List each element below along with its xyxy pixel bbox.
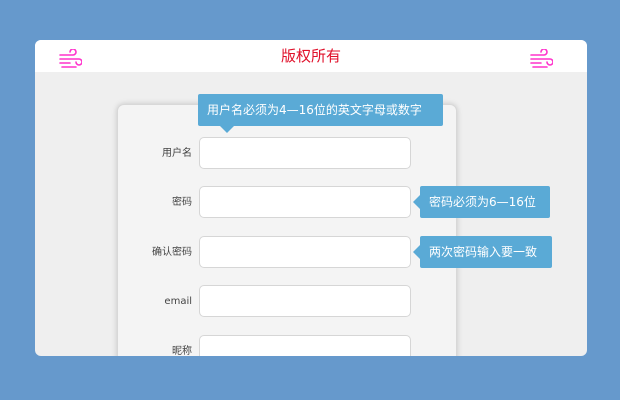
password-input[interactable] — [199, 186, 411, 218]
register-form: 用户名 密码 确认密码 email 昵称 — [117, 104, 457, 356]
wind-icon — [530, 49, 553, 68]
confirm-password-hint-tooltip: 两次密码输入要一致 — [413, 236, 552, 268]
form-row-nickname: 昵称 — [118, 335, 456, 356]
email-label: email — [164, 296, 192, 307]
email-input[interactable] — [199, 285, 411, 317]
form-row-password: 密码 — [118, 186, 456, 220]
username-input[interactable] — [199, 137, 411, 169]
form-row-username: 用户名 — [118, 137, 456, 171]
form-row-email: email — [118, 285, 456, 319]
password-label: 密码 — [172, 197, 192, 208]
confirm-password-input[interactable] — [199, 236, 411, 268]
nickname-input[interactable] — [199, 335, 411, 356]
password-hint-tooltip: 密码必须为6—16位 — [413, 186, 550, 218]
username-label: 用户名 — [162, 148, 192, 159]
page-header: 版权所有 — [35, 40, 587, 72]
form-row-confirm-password: 确认密码 — [118, 236, 456, 270]
username-hint-tooltip: 用户名必须为4—16位的英文字母或数字 — [198, 94, 443, 133]
nickname-label: 昵称 — [172, 346, 192, 356]
page-title: 版权所有 — [280, 47, 341, 65]
confirm-password-label: 确认密码 — [152, 247, 192, 258]
